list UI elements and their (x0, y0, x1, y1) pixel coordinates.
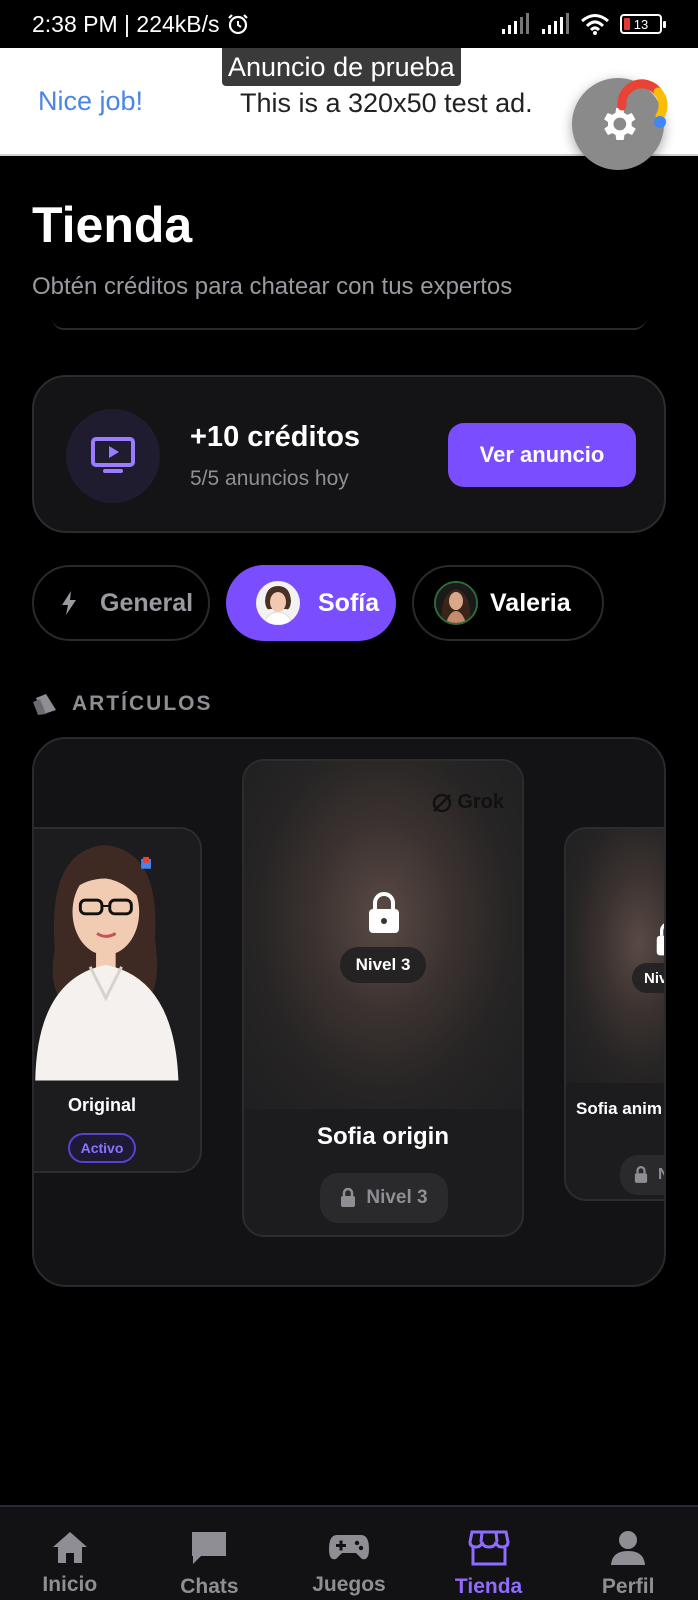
level-requirement-chip: Nivel 3 (320, 1173, 448, 1223)
ad-nice-job: Nice job! (38, 86, 144, 116)
grok-watermark-text: Grok (457, 791, 504, 813)
filter-sofia[interactable]: Sofía (226, 565, 396, 641)
item-card-sofia-anim[interactable]: Niv Sofia anim 2 Ni (564, 827, 664, 1201)
level-requirement-label: Ni (658, 1166, 664, 1184)
nav-label: Tienda (454, 1575, 523, 1598)
nav-tienda[interactable]: Tienda (419, 1507, 559, 1600)
filter-valeria-label: Valeria (490, 588, 571, 617)
status-bar: 2:38 PM | 224kB/s 13 (0, 0, 698, 48)
section-articles: ARTÍCULOS (32, 692, 213, 716)
signal-icon (542, 13, 569, 34)
lock-icon (369, 892, 399, 933)
avatar (256, 581, 300, 625)
bottom-navigation: Inicio Chats Juegos Tienda Perfil (0, 1505, 698, 1600)
lock-icon (634, 1166, 648, 1183)
page-title: Tienda (32, 197, 193, 253)
item-name: Sofia anim (576, 1099, 662, 1118)
test-ad-banner[interactable]: Anuncio de prueba Nice job! This is a 32… (0, 48, 698, 170)
lock-icon (656, 923, 664, 956)
item-image-locked (566, 829, 664, 1083)
item-name: Original (68, 1095, 137, 1115)
credits-title: +10 créditos (190, 421, 361, 453)
signal-icon (502, 13, 529, 34)
person-icon (611, 1531, 646, 1565)
divider (52, 318, 646, 330)
filter-sofia-label: Sofía (318, 588, 380, 617)
lock-icon (341, 1188, 356, 1207)
credits-subtitle: 5/5 anuncios hoy (190, 467, 349, 490)
item-name: Sofia origin (317, 1123, 449, 1150)
level-requirement-chip: Ni (620, 1155, 664, 1195)
nav-perfil[interactable]: Perfil (558, 1507, 698, 1600)
item-card-sofia-origin[interactable]: Grok Nivel 3 Sofia origin Nivel 3 (242, 759, 524, 1237)
nav-label: Perfil (601, 1575, 655, 1598)
nav-chats[interactable]: Chats (140, 1507, 280, 1600)
level-overlay-badge: Niv (632, 963, 664, 993)
chat-icon (192, 1532, 227, 1564)
status-badge: Activo (68, 1133, 136, 1163)
ad-label: Anuncio de prueba (222, 48, 461, 86)
item-image-original (34, 831, 200, 1081)
nav-label: Inicio (42, 1573, 98, 1596)
tag-icon (33, 694, 56, 715)
nav-label: Chats (180, 1575, 239, 1598)
wifi-icon (581, 14, 609, 35)
status-time-speed: 2:38 PM | 224kB/s (32, 10, 220, 37)
ad-brand-logo (617, 79, 668, 128)
watch-ad-button[interactable]: Ver anuncio (448, 423, 636, 487)
tv-icon-circle (66, 409, 160, 503)
grok-logo-icon (433, 793, 452, 812)
filter-general-label: General (100, 588, 194, 617)
grok-watermark: Grok (431, 791, 504, 814)
battery-level: 13 (633, 16, 649, 32)
level-overlay-badge: Nivel 3 (340, 947, 426, 983)
level-requirement-label: Nivel 3 (366, 1187, 428, 1208)
page-subtitle: Obtén créditos para chatear con tus expe… (32, 273, 513, 300)
nav-inicio[interactable]: Inicio (0, 1507, 140, 1600)
bolt-icon (62, 591, 76, 615)
status-left: 2:38 PM | 224kB/s (32, 11, 250, 38)
nav-label: Juegos (312, 1573, 386, 1596)
store-icon (468, 1530, 510, 1566)
gamepad-icon (328, 1535, 369, 1560)
ad-text: This is a 320x50 test ad. (240, 88, 533, 118)
items-carousel[interactable]: Original Activo Grok Nivel 3 Sofia origi… (32, 737, 666, 1287)
section-label: ARTÍCULOS (72, 692, 213, 715)
battery-icon: 13 (620, 14, 666, 34)
filter-valeria[interactable]: Valeria (412, 565, 604, 641)
home-icon (52, 1532, 87, 1563)
nav-juegos[interactable]: Juegos (279, 1507, 419, 1600)
filter-general[interactable]: General (32, 565, 210, 641)
item-card-original[interactable]: Original Activo (34, 827, 202, 1173)
status-right: 13 (500, 12, 666, 36)
avatar (434, 581, 478, 625)
tv-play-icon (91, 437, 135, 473)
alarm-icon (227, 14, 248, 35)
free-credits-card: +10 créditos 5/5 anuncios hoy Ver anunci… (32, 375, 666, 533)
